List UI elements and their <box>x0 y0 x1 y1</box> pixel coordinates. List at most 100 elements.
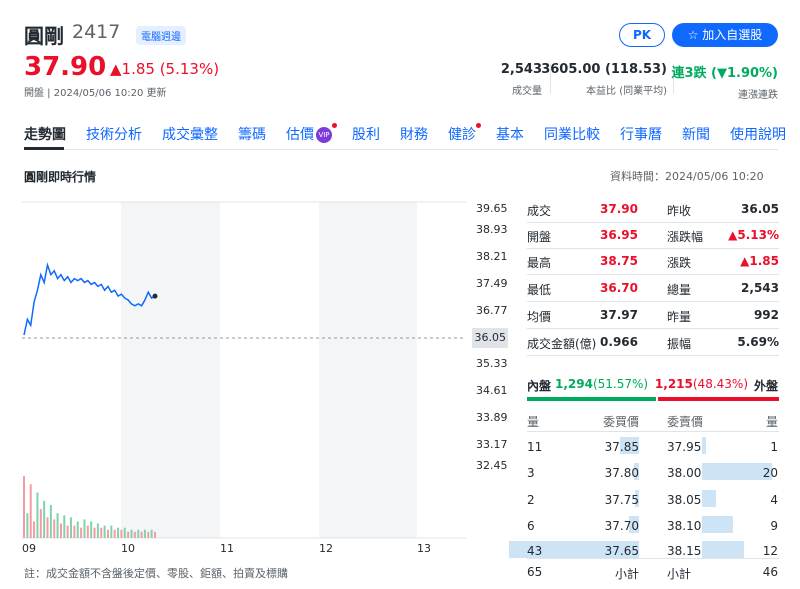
volume-bar <box>56 513 59 538</box>
volume-bar <box>133 531 136 538</box>
hour-band <box>319 202 417 538</box>
quote-row: 成交 37.90 昨收 36.05 <box>527 197 779 223</box>
ref-price-label: 36.05 <box>472 328 508 348</box>
inner-label: 內盤 <box>527 379 552 393</box>
bid-subtotal-label: 小計 <box>614 567 639 581</box>
y-tick: 39.65 <box>476 202 508 215</box>
volume-bar <box>23 476 25 538</box>
quote-value: 37.97 <box>600 308 638 322</box>
ask-price[interactable]: 38.00 <box>667 466 701 480</box>
y-tick: 33.17 <box>476 438 508 451</box>
quote-value: 37.90 <box>600 202 638 216</box>
ask-price[interactable]: 37.95 <box>667 440 701 454</box>
quote-value: 36.70 <box>600 281 638 295</box>
bid-price[interactable]: 37.85 <box>605 440 639 454</box>
ask-qty: 20 <box>762 466 778 480</box>
volume-bar <box>26 513 29 538</box>
volume-bar <box>106 529 109 538</box>
quote-value: 36.95 <box>600 228 638 242</box>
quote-value: ▲5.13% <box>728 228 779 242</box>
y-tick: 34.61 <box>476 384 508 397</box>
volume-bar <box>83 519 86 538</box>
y-tick: 38.93 <box>476 223 508 236</box>
volume-bar <box>113 529 116 538</box>
volume-bar <box>127 531 130 538</box>
volume-bar <box>123 527 126 538</box>
ask-qty-header: 量 <box>765 415 778 429</box>
ask-qty: 4 <box>770 493 778 507</box>
volume-bar <box>143 529 146 538</box>
orderbook-divider <box>527 558 779 559</box>
x-tick: 10 <box>121 542 135 555</box>
quote-row: 均價 37.97 昨量 992 <box>527 303 779 329</box>
quote-label: 最高 <box>527 256 552 270</box>
bid-price[interactable]: 37.80 <box>605 466 639 480</box>
x-tick: 09 <box>22 542 36 555</box>
x-tick: 13 <box>417 542 431 555</box>
ask-qty: 1 <box>770 440 778 454</box>
volume-bar <box>80 527 83 538</box>
ask-total: 46 <box>762 565 778 579</box>
volume-bar <box>90 521 93 538</box>
ask-price-header: 委賣價 <box>667 415 704 429</box>
volume-bar <box>96 523 99 538</box>
hour-band <box>121 202 220 538</box>
quote-row: 最低 36.70 總量 2,543 <box>527 276 779 302</box>
orderbook-divider <box>527 431 779 432</box>
inner-pct: (51.57%) <box>592 377 649 391</box>
quote-value: 5.69% <box>737 335 779 349</box>
ask-price[interactable]: 38.10 <box>667 519 701 533</box>
quote-label: 最低 <box>527 283 552 297</box>
outer-label: 外盤 <box>753 379 778 393</box>
outer-value: 1,215(48.43%) <box>655 377 748 391</box>
row-divider <box>527 274 779 275</box>
bid-qty-header: 量 <box>527 415 540 429</box>
quote-value: 2,543 <box>741 281 779 295</box>
volume-bar <box>130 529 133 538</box>
quote-value: 992 <box>753 308 779 322</box>
volume-bar <box>33 521 36 538</box>
volume-bar <box>43 500 46 538</box>
quote-label: 均價 <box>527 310 552 324</box>
volume-bar <box>49 504 52 538</box>
quote-value: 36.05 <box>741 202 779 216</box>
volume-bar <box>73 525 76 538</box>
ask-qty: 12 <box>762 544 778 558</box>
volume-bar <box>117 527 120 538</box>
bid-price[interactable]: 37.65 <box>605 544 639 558</box>
quote-label: 開盤 <box>527 230 552 244</box>
outer-count: 1,215 <box>654 377 693 391</box>
ask-price[interactable]: 38.05 <box>667 493 701 507</box>
quote-label: 昨收 <box>667 204 692 218</box>
volume-bar <box>120 529 123 538</box>
volume-bar <box>59 523 62 538</box>
quote-label: 漲跌 <box>667 256 692 270</box>
volume-bar <box>36 492 39 538</box>
volume-bar <box>140 531 143 538</box>
bid-total: 65 <box>527 565 543 579</box>
quote-label: 成交金額(億) <box>527 337 597 351</box>
ask-price[interactable]: 38.15 <box>667 544 701 558</box>
ask-volume-bar <box>702 516 733 533</box>
ask-volume-bar <box>702 437 706 454</box>
row-divider <box>527 355 779 356</box>
ask-qty: 9 <box>770 519 778 533</box>
quote-label: 振幅 <box>667 337 692 351</box>
outer-pct: (48.43%) <box>692 377 748 391</box>
bid-price[interactable]: 37.75 <box>605 493 639 507</box>
bid-price[interactable]: 37.70 <box>605 519 639 533</box>
volume-bar <box>53 519 56 538</box>
inner-value: 1,294(51.57%) <box>555 377 648 391</box>
quote-value: 0.966 <box>600 335 638 349</box>
y-tick: 37.49 <box>476 277 508 290</box>
y-tick: 32.45 <box>476 459 508 472</box>
volume-bar <box>100 527 103 538</box>
bid-qty: 3 <box>527 466 535 480</box>
inner-count: 1,294 <box>555 377 593 391</box>
row-divider <box>527 328 779 329</box>
y-tick: 36.77 <box>476 304 508 317</box>
x-tick: 12 <box>319 542 333 555</box>
quote-row: 成交金額(億) 0.966 振幅 5.69% <box>527 330 779 356</box>
ask-volume-bar <box>702 490 716 507</box>
quote-row: 開盤 36.95 漲跌幅 ▲5.13% <box>527 223 779 249</box>
